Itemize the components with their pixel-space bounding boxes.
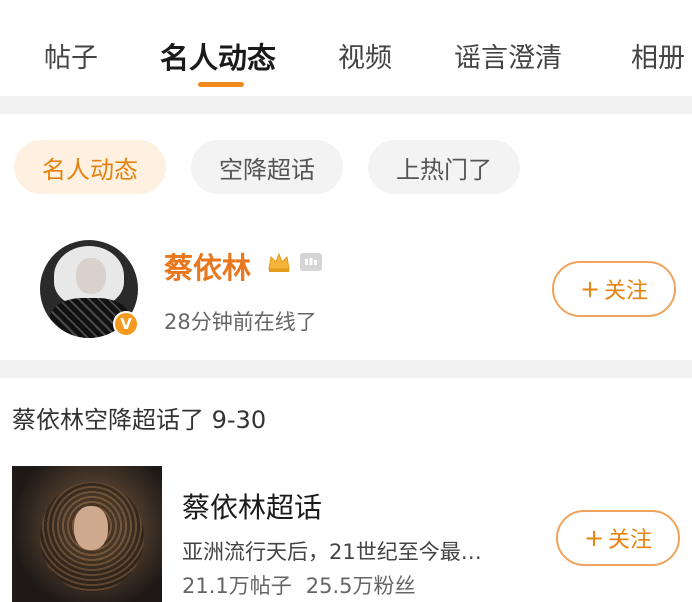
- follow-label: 关注: [608, 528, 653, 553]
- active-tab-indicator: [198, 82, 244, 87]
- section-title: 蔡依林空降超话了 9-30: [12, 406, 267, 434]
- tab-celebrity-updates[interactable]: 名人动态: [160, 35, 276, 77]
- plus-icon: +: [583, 524, 605, 552]
- level-badge-icon: [300, 253, 322, 271]
- verified-icon: V: [113, 311, 139, 337]
- tab-rumor-clarification[interactable]: 谣言澄清: [454, 36, 562, 75]
- supertopic-stats: 21.1万帖子 25.5万粉丝: [182, 570, 416, 600]
- supertopic-name[interactable]: 蔡依林超话: [182, 486, 322, 526]
- fans-count: 25.5万粉丝: [305, 574, 416, 598]
- divider: [0, 360, 692, 378]
- online-status: 28分钟前在线了: [164, 310, 317, 334]
- top-tab-bar: 帖子 名人动态 视频 谣言澄清 相册: [0, 0, 692, 96]
- supertopic-cover-image[interactable]: [12, 466, 162, 602]
- tab-posts[interactable]: 帖子: [44, 36, 98, 75]
- filter-chip-airdrop-topic[interactable]: 空降超话: [191, 140, 343, 194]
- plus-icon: +: [579, 275, 601, 303]
- follow-label: 关注: [604, 279, 649, 304]
- filter-chip-trending[interactable]: 上热门了: [368, 140, 520, 194]
- follow-celebrity-button[interactable]: + 关注: [552, 261, 676, 317]
- tab-album[interactable]: 相册: [631, 36, 685, 75]
- posts-count: 21.1万帖子: [182, 574, 292, 598]
- divider: [0, 96, 692, 114]
- filter-chip-celebrity-updates[interactable]: 名人动态: [14, 140, 166, 194]
- crown-icon: [268, 252, 290, 272]
- avatar-face: [76, 258, 106, 294]
- supertopic-description: 亚洲流行天后，21世纪至今最…: [182, 540, 482, 564]
- follow-supertopic-button[interactable]: + 关注: [556, 510, 680, 566]
- celebrity-name[interactable]: 蔡依林: [164, 245, 251, 287]
- cover-face: [74, 506, 108, 550]
- tab-videos[interactable]: 视频: [338, 36, 392, 75]
